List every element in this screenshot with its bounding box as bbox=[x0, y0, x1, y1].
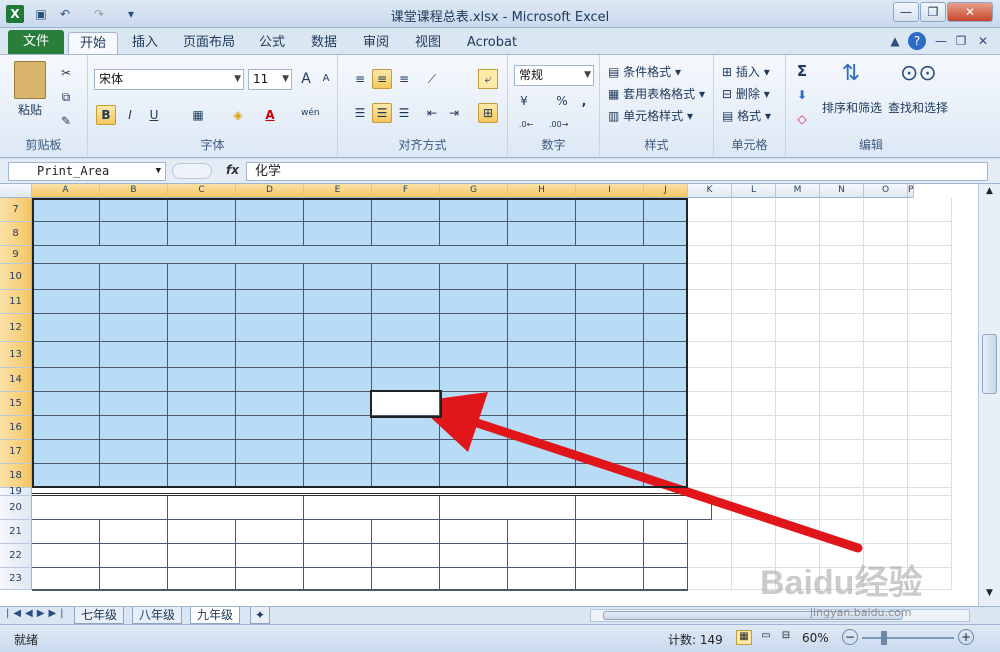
active-cell[interactable] bbox=[370, 390, 442, 418]
annotation-arrow bbox=[414, 392, 863, 553]
arrow-shaft bbox=[457, 413, 863, 553]
excel-window: X ▣ ↶ ↷ ▾ 课堂课程总表.xlsx - Microsoft Excel … bbox=[0, 0, 1000, 652]
